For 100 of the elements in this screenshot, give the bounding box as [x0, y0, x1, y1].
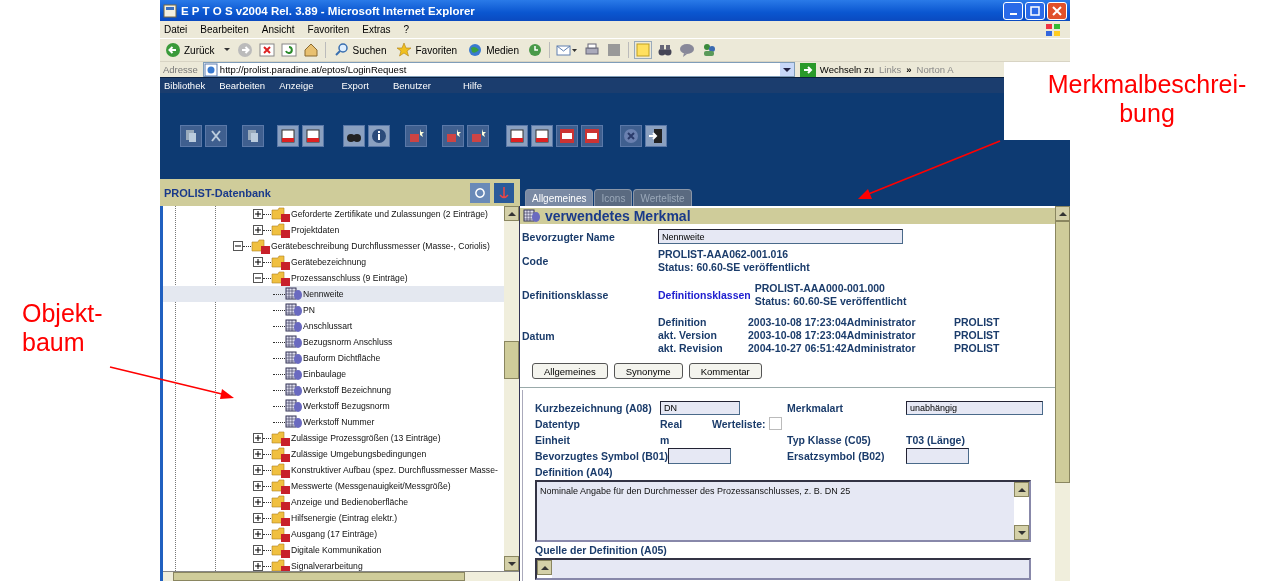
refresh-icon[interactable] [280, 42, 297, 58]
scroll-down-button[interactable] [504, 556, 519, 571]
feature-type-field[interactable]: unabhängig [906, 400, 1043, 415]
section-button[interactable]: Kommentar [688, 363, 762, 379]
name-field[interactable]: Nennweite [658, 229, 903, 244]
tree-item[interactable]: Signalverarbeitung [163, 558, 504, 571]
tree-item[interactable]: Nennweite [163, 286, 504, 302]
tree-item[interactable]: Gerätebeschreibung Durchflussmesser (Masse-, Coriolis) [163, 238, 504, 254]
dropdown-icon[interactable] [779, 63, 794, 76]
horizontal-scrollbar[interactable] [163, 571, 519, 581]
tree-item[interactable]: Einbaulage [163, 366, 504, 382]
section-button[interactable]: Allgemeines [532, 363, 608, 379]
tree-item[interactable]: Werkstoff Bezugsnorm [163, 398, 504, 414]
people-icon[interactable] [701, 42, 717, 58]
tree-item[interactable]: Prozessanschluss (9 Einträge) [163, 270, 504, 286]
door-icon[interactable] [645, 125, 667, 147]
mail-icon[interactable] [556, 42, 578, 58]
tree-item[interactable]: Bauform Dichtfläche [163, 350, 504, 366]
tree-item[interactable]: Hilfsenergie (Eintrag elektr.) [163, 510, 504, 526]
collapse-icon[interactable] [253, 273, 263, 283]
tree-item[interactable]: PN [163, 302, 504, 318]
maximize-button[interactable] [1025, 1, 1045, 20]
tree-item[interactable]: Werkstoff Bezeichnung [163, 382, 504, 398]
scroll-up-button[interactable] [504, 206, 519, 221]
tab[interactable]: Allgemeines [525, 189, 594, 206]
back-button[interactable]: Zurück [163, 41, 217, 59]
menu-item[interactable]: Bibliothek [164, 80, 206, 91]
caret-icon[interactable] [222, 48, 231, 52]
tree-item[interactable]: Bezugsnorm Anschluss [163, 334, 504, 350]
scrollbar-thumb[interactable] [504, 341, 519, 379]
scrollbar[interactable] [1055, 206, 1070, 581]
scroll-down-button[interactable] [1014, 525, 1029, 540]
more-chevron[interactable]: » [906, 64, 912, 75]
expand-icon[interactable] [253, 497, 263, 507]
binoculars-icon[interactable] [343, 125, 365, 147]
tree-item[interactable]: Zulässige Umgebungsbedingungen [163, 446, 504, 462]
tree-item[interactable]: Ausgang (17 Einträge) [163, 526, 504, 542]
info-icon[interactable] [368, 125, 390, 147]
close-button[interactable] [1047, 1, 1067, 20]
menu-item[interactable]: Hilfe [463, 80, 482, 91]
scroll-up-button[interactable] [1014, 482, 1029, 497]
collapse-icon[interactable] [233, 241, 243, 251]
menu-item[interactable]: Datei [164, 24, 188, 35]
expand-icon[interactable] [253, 209, 263, 219]
expand-icon[interactable] [253, 481, 263, 491]
menu-item[interactable]: Export [341, 80, 369, 91]
chat-icon[interactable] [679, 42, 695, 58]
paste-icon[interactable] [242, 125, 264, 147]
binoculars-icon[interactable] [657, 42, 673, 58]
scroll-up-button[interactable] [1055, 206, 1070, 221]
go-button[interactable]: Wechseln zu [799, 62, 875, 77]
symbol-field[interactable] [906, 448, 969, 464]
source-field[interactable] [535, 558, 1031, 580]
expand-icon[interactable] [253, 449, 263, 459]
tree-item[interactable]: Anzeige und Bedienoberfläche [163, 494, 504, 510]
menu-item[interactable]: Favoriten [307, 24, 350, 35]
definition-field[interactable]: Nominale Angabe für den Durchmesser des Prozessanschlusses, z. B. DN 25 [535, 480, 1031, 542]
printer-icon[interactable] [584, 42, 600, 58]
checkbox[interactable] [768, 417, 782, 430]
tree-item[interactable]: Werkstoff Nummer [163, 414, 504, 430]
stop-icon[interactable] [258, 42, 275, 58]
symbol-field[interactable] [668, 448, 732, 464]
minimize-button[interactable] [1003, 1, 1023, 20]
scrollbar[interactable] [504, 206, 519, 571]
tree-item[interactable]: Zulässige Prozessgrößen (13 Einträge) [163, 430, 504, 446]
menu-item[interactable]: ? [403, 24, 410, 35]
tree-item[interactable]: Messwerte (Messgenauigkeit/Messgröße) [163, 478, 504, 494]
tree-item[interactable]: Digitale Kommunikation [163, 542, 504, 558]
favorites-button[interactable]: Favoriten [394, 41, 460, 59]
expand-icon[interactable] [253, 465, 263, 475]
section-button[interactable]: Synonyme [613, 363, 683, 379]
menu-item[interactable]: Anzeige [279, 80, 314, 91]
anchor-icon[interactable] [494, 182, 514, 203]
tree-item[interactable]: Geforderte Zertifikate und Zulassungen (2 Einträge) [163, 206, 504, 222]
tree-item[interactable]: Gerätebezeichnung [163, 254, 504, 270]
expand-icon[interactable] [253, 225, 263, 235]
address-field[interactable]: http://prolist.paradine.at/eptos/LoginRequest [202, 62, 795, 77]
menu-item[interactable]: Extras [362, 24, 391, 35]
scroll-up-button[interactable] [537, 560, 552, 575]
expand-icon[interactable] [253, 561, 263, 571]
refresh-icon[interactable] [470, 182, 490, 203]
expand-icon[interactable] [253, 257, 263, 267]
expand-icon[interactable] [253, 433, 263, 443]
menu-item[interactable]: Bearbeiten [219, 80, 266, 91]
menu-item[interactable]: Bearbeiten [200, 24, 249, 35]
sparkle-icon[interactable] [405, 125, 427, 147]
short-name-field[interactable]: DN [660, 400, 740, 415]
tree-item[interactable]: Projektdaten [163, 222, 504, 238]
media-button[interactable]: Medien [465, 41, 521, 59]
menu-item[interactable]: Ansicht [261, 24, 295, 35]
cut-icon[interactable] [205, 125, 227, 147]
expand-icon[interactable] [253, 513, 263, 523]
history-icon[interactable] [527, 42, 543, 58]
expand-icon[interactable] [253, 529, 263, 539]
copy-icon[interactable] [180, 125, 202, 147]
menu-item[interactable]: Benutzer [392, 80, 431, 91]
tree-item[interactable]: Anschlussart [163, 318, 504, 334]
search-button[interactable]: Suchen [331, 41, 389, 59]
scrollbar-thumb[interactable] [1055, 221, 1070, 483]
tree-item[interactable]: Konstruktiver Aufbau (spez. Durchflussmesser Masse- [163, 462, 504, 478]
